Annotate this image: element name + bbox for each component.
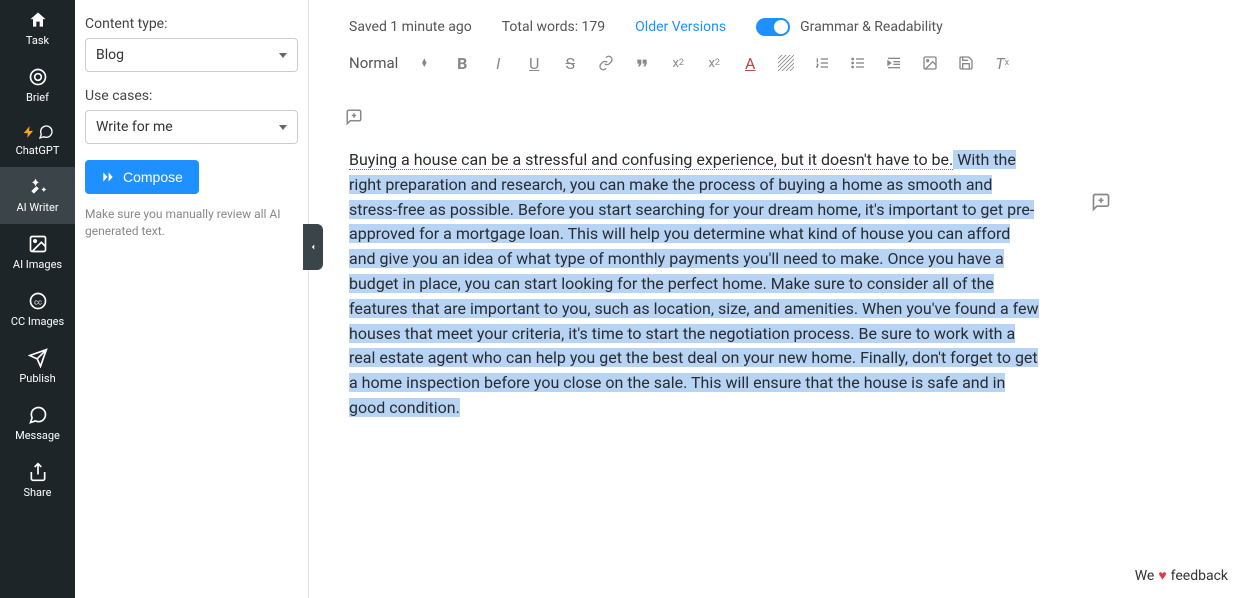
total-words: Total words: 179 <box>502 19 605 35</box>
content-type-select[interactable]: Blog <box>85 38 298 72</box>
italic-button[interactable]: I <box>489 54 507 72</box>
lightning-icon <box>22 124 36 140</box>
subscript-button[interactable]: x2 <box>669 54 687 72</box>
feedback-prefix: We <box>1135 568 1155 584</box>
comment-sidebar-button[interactable] <box>1091 192 1111 216</box>
home-icon <box>28 10 48 30</box>
indent-button[interactable] <box>885 54 903 72</box>
unordered-list-button[interactable] <box>849 54 867 72</box>
blockquote-button[interactable] <box>633 54 651 72</box>
paper-plane-icon <box>28 348 48 368</box>
sidebar-item-share[interactable]: Share <box>0 452 75 509</box>
insert-image-button[interactable] <box>921 54 939 72</box>
chevron-down-icon <box>279 53 287 58</box>
sidebar-item-brief[interactable]: Brief <box>0 57 75 114</box>
compose-label: Compose <box>123 169 183 185</box>
format-label: Normal <box>349 54 398 72</box>
sidebar-item-label: CC Images <box>11 315 64 328</box>
sidebar-item-label: Publish <box>19 372 55 385</box>
sidebar-item-ai-images[interactable]: AI Images <box>0 224 75 281</box>
sidebar-item-cc-images[interactable]: cc CC Images <box>0 281 75 338</box>
settings-panel: Content type: Blog Use cases: Write for … <box>75 0 309 598</box>
grammar-toggle[interactable] <box>756 18 790 36</box>
image-icon <box>28 234 48 254</box>
underline-button[interactable]: U <box>525 54 543 72</box>
bold-button[interactable]: B <box>453 54 471 72</box>
feedback-suffix: feedback <box>1171 568 1228 584</box>
review-note: Make sure you manually review all AI gen… <box>85 206 298 240</box>
sidebar-item-label: Brief <box>26 91 49 104</box>
heart-icon: ♥ <box>1158 567 1166 584</box>
add-comment-button[interactable] <box>345 108 363 126</box>
content-type-value: Blog <box>96 47 124 63</box>
save-button[interactable] <box>957 54 975 72</box>
picker-caret-icon: ▲▼ <box>420 59 428 67</box>
editor-text-highlighted: With the right preparation and research,… <box>349 150 1039 417</box>
text-color-button[interactable]: A <box>741 54 759 72</box>
sidebar-item-ai-writer[interactable]: AI Writer <box>0 167 75 224</box>
sidebar-item-label: AI Images <box>13 258 62 271</box>
compose-button[interactable]: Compose <box>85 160 199 194</box>
sidebar-item-message[interactable]: Message <box>0 395 75 452</box>
top-bar: Saved 1 minute ago Total words: 179 Olde… <box>309 0 1246 50</box>
sidebar-item-label: Task <box>26 34 49 47</box>
sidebar: Task Brief ChatGPT AI Writer AI Images c… <box>0 0 75 598</box>
target-icon <box>28 67 48 87</box>
svg-text:cc: cc <box>34 297 42 306</box>
strikethrough-button[interactable]: S <box>561 54 579 72</box>
use-cases-label: Use cases: <box>85 88 298 104</box>
use-cases-value: Write for me <box>96 119 173 135</box>
use-cases-select[interactable]: Write for me <box>85 110 298 144</box>
saved-status: Saved 1 minute ago <box>349 19 472 35</box>
content-type-label: Content type: <box>85 16 298 32</box>
feedback-link[interactable]: We ♥ feedback <box>1135 567 1228 584</box>
superscript-button[interactable]: x2 <box>705 54 723 72</box>
sidebar-item-label: Message <box>15 429 60 442</box>
sidebar-item-label: AI Writer <box>16 201 58 214</box>
grammar-toggle-wrap: Grammar & Readability <box>756 18 943 36</box>
older-versions-link[interactable]: Older Versions <box>635 19 726 35</box>
editor-content[interactable]: Buying a house can be a stressful and co… <box>309 138 1079 598</box>
ordered-list-button[interactable] <box>813 54 831 72</box>
cc-icon: cc <box>28 291 48 311</box>
formatting-toolbar: Normal ▲▼ B I U S x2 x2 A Tx <box>309 50 1246 138</box>
format-picker[interactable]: Normal ▲▼ <box>349 54 435 72</box>
chat-icon <box>38 124 54 140</box>
comment-plus-icon <box>1091 192 1111 212</box>
magic-wand-icon <box>28 177 48 197</box>
message-icon <box>28 405 48 425</box>
sidebar-item-label: ChatGPT <box>16 144 60 157</box>
main-area: Saved 1 minute ago Total words: 179 Olde… <box>309 0 1246 598</box>
sidebar-item-label: Share <box>23 486 51 499</box>
editor-text-plain: Buying a house can be a stressful and co… <box>349 150 953 170</box>
grammar-label: Grammar & Readability <box>800 19 943 35</box>
sidebar-item-task[interactable]: Task <box>0 0 75 57</box>
chevron-down-icon <box>279 125 287 130</box>
forward-icon <box>101 170 115 184</box>
sidebar-item-publish[interactable]: Publish <box>0 338 75 395</box>
clear-formatting-button[interactable]: Tx <box>993 54 1011 72</box>
share-icon <box>28 462 48 482</box>
sidebar-item-chatgpt[interactable]: ChatGPT <box>0 114 75 167</box>
highlight-color-button[interactable] <box>777 54 795 72</box>
link-button[interactable] <box>597 54 615 72</box>
